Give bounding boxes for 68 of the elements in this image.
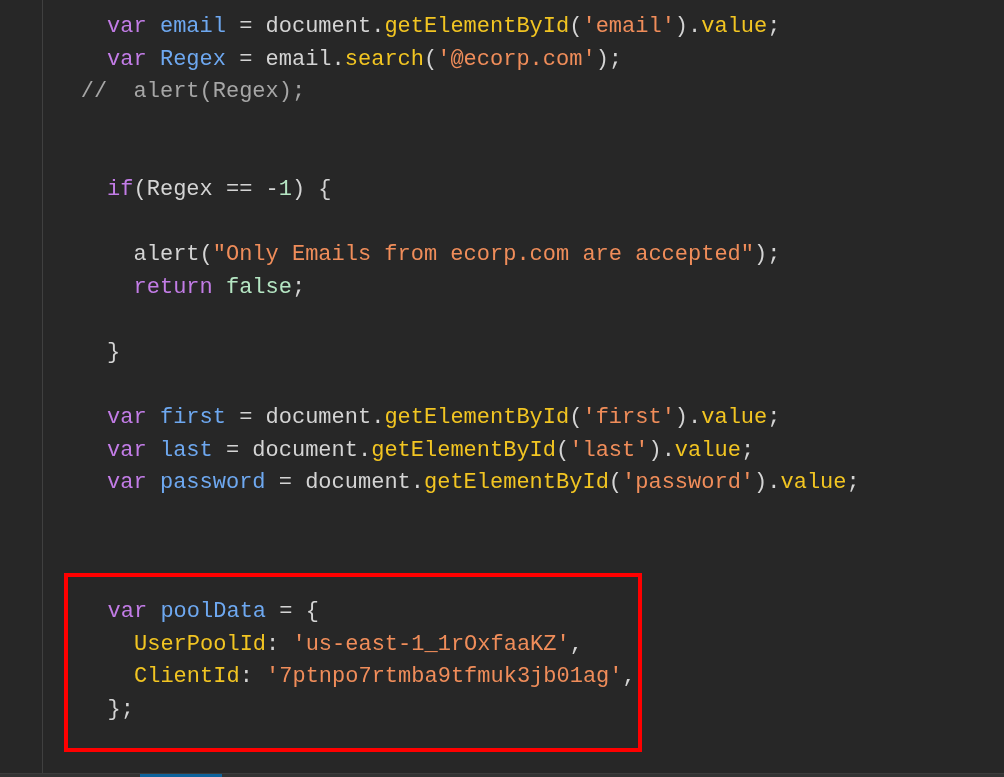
code-text: ). bbox=[648, 436, 675, 465]
code-text: = document. bbox=[277, 469, 424, 498]
code-string: '7ptnpo7rtmba9tfmuk3jb01ag' bbox=[266, 663, 623, 692]
code-text: ); bbox=[595, 45, 623, 74]
code-function: value bbox=[780, 469, 847, 498]
code-literal: 1 bbox=[278, 175, 292, 204]
code-text: = { bbox=[278, 598, 319, 627]
code-text: ; bbox=[767, 404, 781, 433]
code-function: value bbox=[701, 13, 768, 41]
code-string: 'first' bbox=[582, 404, 675, 433]
code-text: (Regex == - bbox=[133, 175, 279, 204]
code-keyword: var bbox=[106, 13, 147, 41]
code-function: ClientId bbox=[133, 663, 240, 692]
code-string: 'us-east-1_1rOxfaaKZ' bbox=[292, 630, 570, 659]
code-text: , bbox=[569, 630, 583, 659]
code-keyword: var bbox=[106, 404, 147, 433]
code-text: , bbox=[622, 663, 636, 692]
code-function: getElementById bbox=[371, 436, 557, 465]
code-string: "Only Emails from ecorp.com are accepted" bbox=[212, 241, 755, 270]
code-keyword: var bbox=[106, 598, 148, 627]
code-text: ; bbox=[291, 273, 306, 302]
code-text: ( bbox=[608, 469, 623, 498]
code-variable: email bbox=[158, 13, 226, 41]
code-string: 'password' bbox=[622, 469, 755, 498]
code-keyword: if bbox=[106, 175, 134, 204]
code-text: : bbox=[266, 630, 281, 659]
code-string: 'email' bbox=[582, 13, 675, 41]
code-text: ; bbox=[846, 469, 860, 498]
code-text: ( bbox=[569, 404, 583, 433]
code-text: ). bbox=[674, 404, 702, 433]
code-text: ; bbox=[767, 13, 781, 41]
code-function: UserPoolId bbox=[133, 630, 267, 659]
code-keyword: return bbox=[132, 273, 213, 302]
code-function: getElementById bbox=[384, 404, 570, 433]
code-text: = document. bbox=[238, 404, 385, 433]
code-function: value bbox=[674, 436, 741, 465]
code-text: }; bbox=[106, 695, 134, 724]
code-text: ; bbox=[740, 436, 755, 465]
code-text: ); bbox=[754, 241, 781, 270]
code-variable: poolData bbox=[159, 598, 267, 627]
code-text: ). bbox=[674, 13, 702, 41]
code-text: ( bbox=[424, 45, 438, 74]
code-function: getElementById bbox=[424, 469, 609, 498]
code-text: = document. bbox=[238, 13, 385, 41]
code-text: ) { bbox=[291, 175, 332, 204]
code-text: = email. bbox=[238, 45, 345, 74]
code-variable: last bbox=[158, 436, 213, 465]
code-function: getElementById bbox=[384, 13, 570, 41]
code-text: : bbox=[239, 663, 254, 692]
code-text: ). bbox=[754, 469, 781, 498]
code-text: ( bbox=[569, 13, 583, 41]
scrollbar-thumb[interactable] bbox=[140, 774, 222, 777]
code-function: value bbox=[701, 404, 768, 433]
code-text: alert( bbox=[132, 241, 213, 270]
code-text: = document. bbox=[224, 436, 372, 465]
code-literal: false bbox=[224, 273, 292, 302]
code-keyword: var bbox=[106, 45, 147, 74]
code-text: ( bbox=[556, 436, 570, 465]
code-variable: first bbox=[158, 404, 226, 433]
code-string: '@ecorp.com' bbox=[437, 45, 596, 74]
code-string: 'last' bbox=[569, 436, 649, 465]
code-text: } bbox=[106, 338, 121, 367]
code-keyword: var bbox=[106, 436, 147, 465]
code-keyword: var bbox=[106, 469, 147, 498]
code-variable: Regex bbox=[158, 45, 226, 74]
code-function: search bbox=[344, 45, 424, 74]
code-comment: // alert(Regex); bbox=[79, 78, 306, 107]
code-variable: password bbox=[158, 469, 266, 498]
